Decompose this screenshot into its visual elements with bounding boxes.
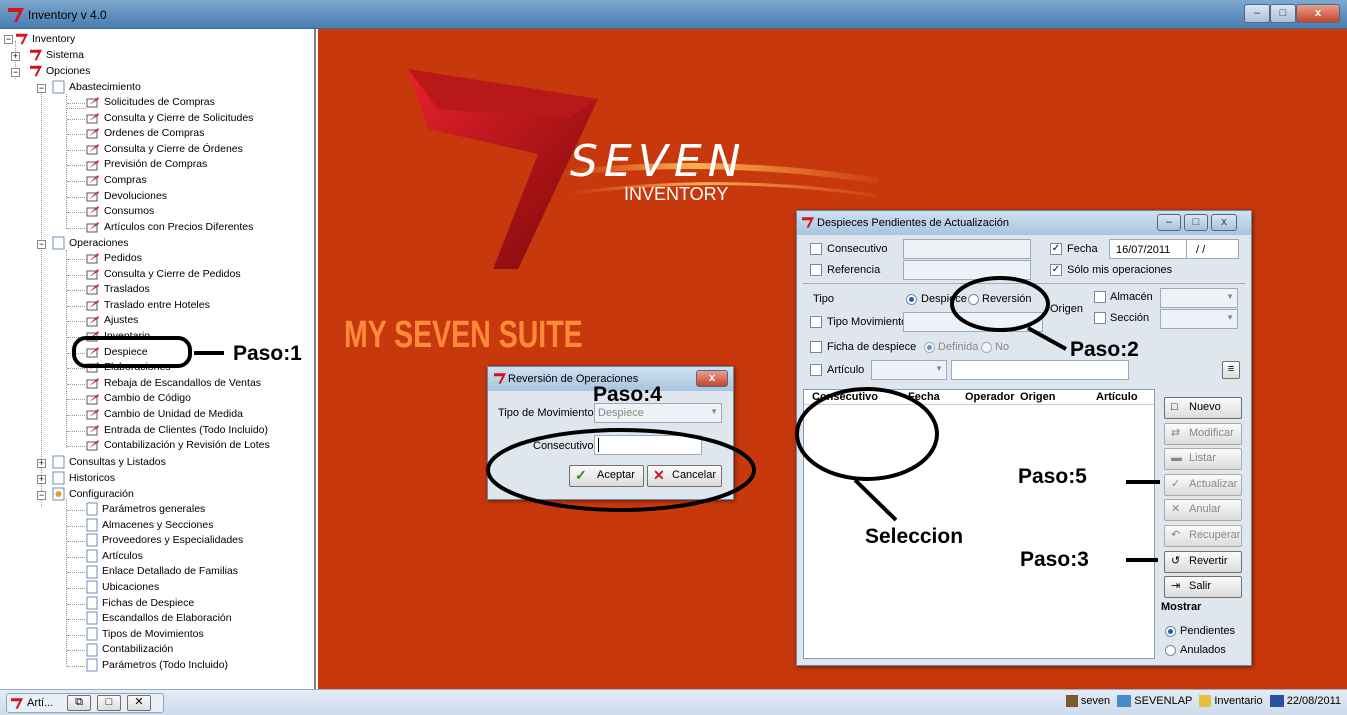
- status-host: SEVENLAP: [1134, 695, 1193, 707]
- annotation-paso-4: Paso:4: [593, 383, 662, 406]
- status-date: 22/08/2011: [1286, 695, 1341, 707]
- annotation-overlay: [72, 276, 1160, 562]
- task-maximize-icon[interactable]: □: [97, 695, 121, 711]
- task-restore-icon[interactable]: ⧉: [67, 695, 91, 711]
- annotation-paso-3: Paso:3: [1020, 548, 1089, 571]
- status-user: seven: [1080, 695, 1111, 707]
- taskbar: Artí... ⧉ □ ✕ seven SEVENLAP Inventario …: [0, 689, 1347, 715]
- annotation-paso-2: Paso:2: [1070, 338, 1139, 361]
- status-area: seven SEVENLAP Inventario 22/08/2011: [1065, 695, 1341, 708]
- status-db: Inventario: [1214, 695, 1263, 707]
- task-button[interactable]: Artí... ⧉ □ ✕: [6, 693, 164, 713]
- network-icon: [1117, 695, 1132, 708]
- calendar-icon: [1269, 695, 1284, 708]
- user-icon: [1065, 695, 1078, 708]
- task-label: Artí...: [27, 697, 54, 709]
- annotation-paso-5: Paso:5: [1018, 465, 1087, 488]
- seven-logo-icon: [11, 698, 23, 709]
- task-close-icon[interactable]: ✕: [127, 695, 151, 711]
- annotation-paso-1: Paso:1: [233, 342, 302, 365]
- database-icon: [1199, 695, 1212, 708]
- annotation-seleccion: Seleccion: [865, 525, 964, 548]
